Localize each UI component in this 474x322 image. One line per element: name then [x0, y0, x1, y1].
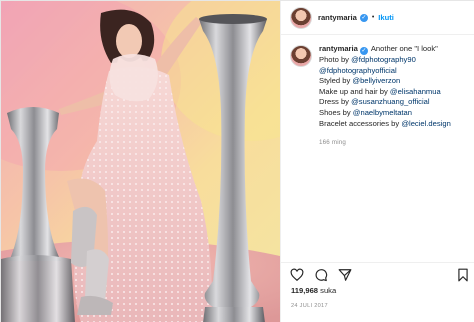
- verified-badge-icon: ✓: [359, 13, 368, 22]
- heart-icon[interactable]: [290, 268, 304, 282]
- comment-icon[interactable]: [314, 268, 328, 282]
- avatar[interactable]: [290, 6, 312, 29]
- mention-link[interactable]: @fdphotographyofficial: [319, 66, 397, 75]
- post-side-panel: rantymaria ✓ • Ikuti rantymaria ✓ Another …: [280, 1, 474, 322]
- verified-badge-icon: ✓: [359, 47, 368, 55]
- post-photo[interactable]: [1, 1, 280, 322]
- likes-count[interactable]: 119,968 suka: [291, 286, 336, 295]
- caption-avatar[interactable]: [290, 45, 312, 67]
- mention-link[interactable]: @fdphotography90: [351, 55, 416, 64]
- mention-link[interactable]: @leciel.design: [401, 119, 451, 128]
- caption-timestamp: 166 ming: [319, 139, 347, 147]
- caption-line: Bracelet accessories by @leciel.design: [319, 118, 451, 128]
- username-link[interactable]: rantymaria: [318, 13, 357, 22]
- separator-dot: •: [371, 14, 375, 21]
- caption-headline: Another one "I look": [370, 44, 438, 53]
- follow-button[interactable]: Ikuti: [378, 13, 394, 22]
- caption-line: Dress by @susanzhuang_official: [319, 97, 430, 107]
- mention-link[interactable]: @elisahanmua: [390, 87, 441, 96]
- share-icon[interactable]: [338, 268, 352, 282]
- post-date: 24 JULI 2017: [291, 303, 328, 309]
- caption-line: Styled by @bellyiverzon: [319, 76, 401, 86]
- mention-link[interactable]: @bellyiverzon: [352, 76, 400, 85]
- post-header: rantymaria ✓ • Ikuti: [281, 1, 474, 35]
- caption-line: @fdphotographyofficial: [319, 66, 451, 77]
- caption-first-line: rantymaria ✓ Another one "I look": [319, 44, 451, 55]
- caption-line: Make up and hair by @elisahanmua: [319, 86, 441, 96]
- instagram-post: rantymaria ✓ • Ikuti rantymaria ✓ Another …: [0, 0, 474, 322]
- caption-line: Photo by @fdphotography90: [319, 55, 416, 64]
- action-bar: [281, 262, 474, 286]
- bookmark-icon[interactable]: [456, 268, 470, 282]
- mention-link[interactable]: @susanzhuang_official: [351, 97, 430, 106]
- fashion-photo-illustration: [1, 1, 280, 322]
- caption-username[interactable]: rantymaria: [319, 44, 358, 53]
- caption-text: rantymaria ✓ Another one "I look" Photo by…: [319, 44, 451, 149]
- caption: rantymaria ✓ Another one "I look" Photo by…: [281, 35, 474, 149]
- caption-line: Shoes by @naelbymeltatan: [319, 107, 412, 117]
- mention-link[interactable]: @naelbymeltatan: [353, 108, 412, 117]
